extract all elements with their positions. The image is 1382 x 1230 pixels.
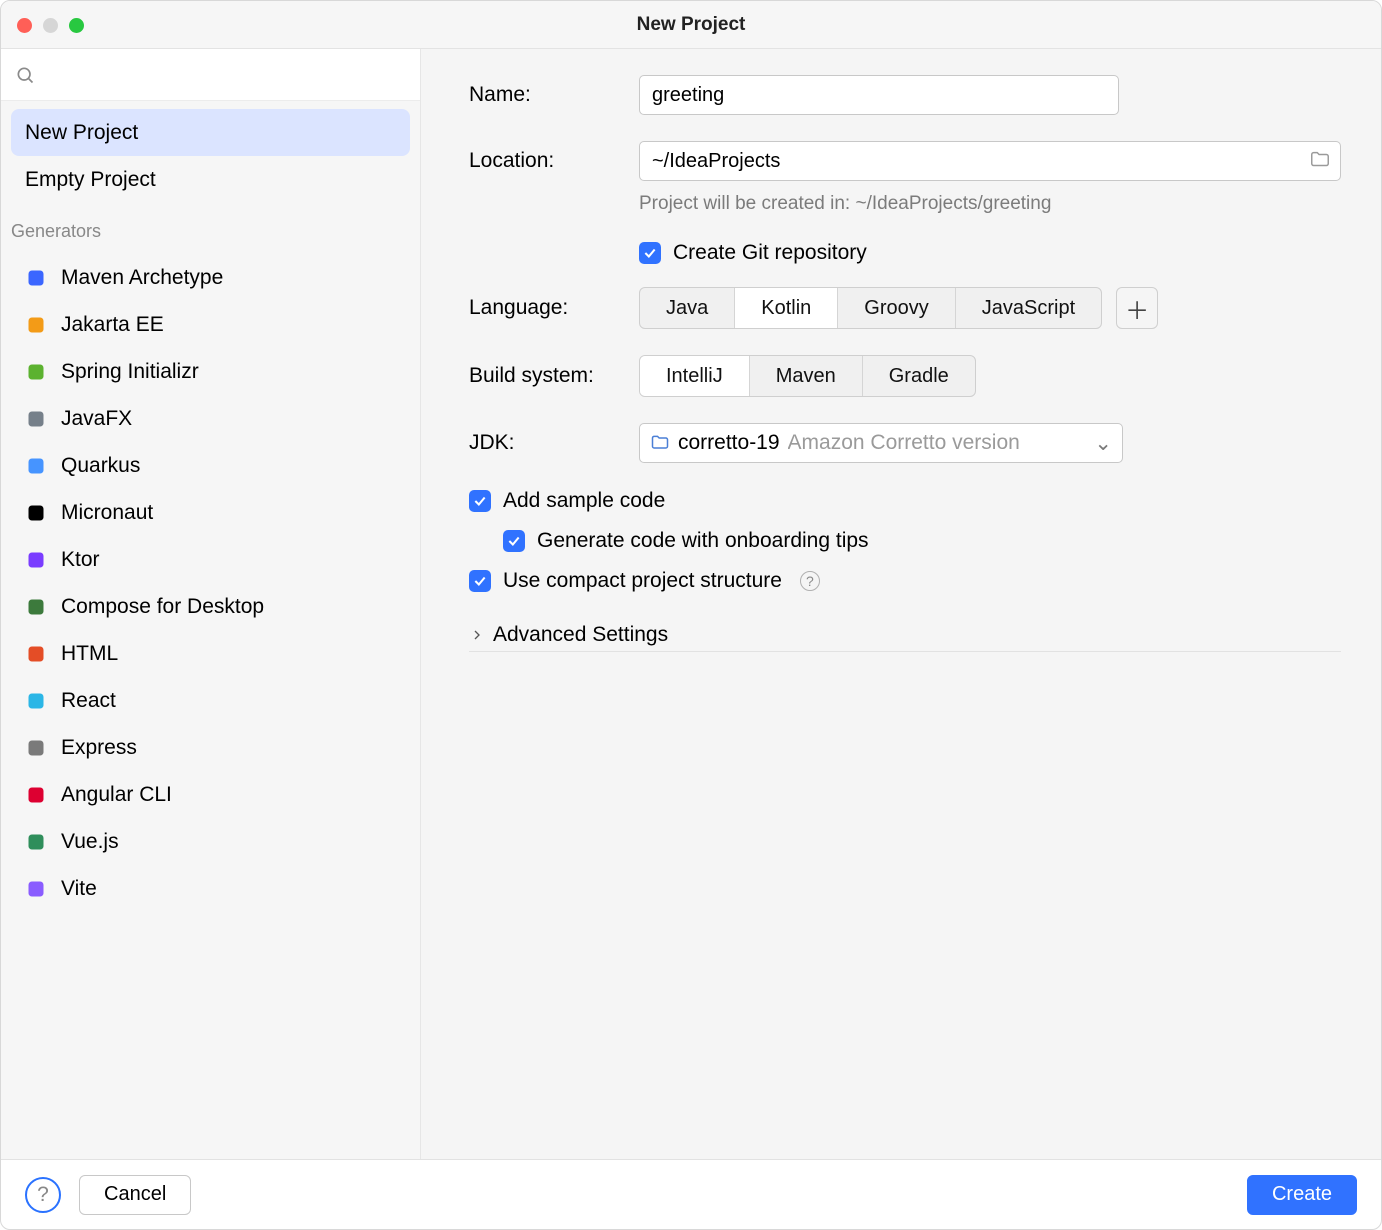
add-sample-label: Add sample code [503,489,665,513]
sidebar-item-new-project[interactable]: New Project [11,109,410,156]
spring-icon [25,361,47,383]
generators-header: Generators [1,207,420,246]
express-icon [25,737,47,759]
minimize-window-button[interactable] [43,18,58,33]
create-button[interactable]: Create [1247,1175,1357,1215]
jdk-value: corretto-19 [678,431,780,455]
location-label: Location: [469,149,639,173]
sidebar-search[interactable] [1,49,420,101]
name-label: Name: [469,83,639,107]
location-hint: Project will be created in: ~/IdeaProjec… [639,193,1341,215]
ktor-icon [25,549,47,571]
sidebar-item-ktor[interactable]: Ktor [11,536,410,583]
sidebar-item-label: Angular CLI [61,783,172,807]
sidebar-item-quarkus[interactable]: Quarkus [11,442,410,489]
language-option-groovy[interactable]: Groovy [837,288,954,328]
titlebar: New Project [1,1,1381,49]
sidebar-item-angular-cli[interactable]: Angular CLI [11,771,410,818]
git-checkbox[interactable] [639,242,661,264]
language-segmented: JavaKotlinGroovyJavaScript [639,287,1102,329]
onboarding-checkbox[interactable] [503,530,525,552]
build-option-maven[interactable]: Maven [749,356,862,396]
sidebar-item-label: Jakarta EE [61,313,164,337]
maximize-window-button[interactable] [69,18,84,33]
sidebar-item-label: HTML [61,642,118,666]
jdk-detail: Amazon Corretto version [788,431,1020,455]
jakarta-ee-icon [25,314,47,336]
sidebar-item-label: Vue.js [61,830,119,854]
search-icon [15,65,35,85]
advanced-settings-toggle[interactable]: Advanced Settings [469,623,1341,652]
sidebar-item-label: Maven Archetype [61,266,223,290]
quarkus-icon [25,455,47,477]
dialog-footer: ? Cancel Create [1,1159,1381,1229]
micronaut-icon [25,502,47,524]
vue-icon [25,831,47,853]
sidebar-item-label: New Project [25,121,138,145]
help-icon[interactable]: ? [800,571,820,591]
sidebar-item-label: Compose for Desktop [61,595,264,619]
sidebar-item-spring-initializr[interactable]: Spring Initializr [11,348,410,395]
build-segmented: IntelliJMavenGradle [639,355,976,397]
close-window-button[interactable] [17,18,32,33]
sidebar-item-label: Spring Initializr [61,360,199,384]
sidebar-item-compose-for-desktop[interactable]: Compose for Desktop [11,583,410,630]
language-option-kotlin[interactable]: Kotlin [734,288,837,328]
sidebar-item-label: Ktor [61,548,100,572]
build-option-intellij[interactable]: IntelliJ [640,356,749,396]
sidebar-item-label: JavaFX [61,407,132,431]
javafx-icon [25,408,47,430]
new-project-dialog: New Project New Project Empty Project Ge… [0,0,1382,1230]
sidebar-item-label: Quarkus [61,454,140,478]
jdk-icon [650,433,670,453]
git-label: Create Git repository [673,241,867,265]
sidebar-item-vite[interactable]: Vite [11,865,410,912]
vite-icon [25,878,47,900]
sidebar-item-label: Micronaut [61,501,153,525]
window-controls [17,1,84,49]
sidebar-item-label: Express [61,736,137,760]
help-button[interactable]: ? [25,1177,61,1213]
language-option-javascript[interactable]: JavaScript [955,288,1101,328]
html-icon [25,643,47,665]
cancel-button[interactable]: Cancel [79,1175,191,1215]
sidebar-item-label: Empty Project [25,168,156,192]
jdk-label: JDK: [469,431,639,455]
sidebar: New Project Empty Project Generators Mav… [1,49,421,1159]
language-label: Language: [469,296,639,320]
name-input[interactable] [639,75,1119,115]
sidebar-item-label: Vite [61,877,97,901]
sidebar-item-label: React [61,689,116,713]
angular-icon [25,784,47,806]
advanced-settings-label: Advanced Settings [493,623,668,647]
language-option-java[interactable]: Java [640,288,734,328]
build-label: Build system: [469,364,639,388]
location-input[interactable] [639,141,1341,181]
sidebar-item-maven-archetype[interactable]: Maven Archetype [11,254,410,301]
sidebar-item-express[interactable]: Express [11,724,410,771]
sidebar-item-micronaut[interactable]: Micronaut [11,489,410,536]
add-sample-checkbox[interactable] [469,490,491,512]
chevron-down-icon: ⌄ [1094,431,1112,456]
compact-checkbox[interactable] [469,570,491,592]
window-title: New Project [637,14,746,36]
build-option-gradle[interactable]: Gradle [862,356,975,396]
jdk-dropdown[interactable]: corretto-19 Amazon Corretto version ⌄ [639,423,1123,463]
sidebar-item-empty-project[interactable]: Empty Project [11,156,410,203]
sidebar-item-html[interactable]: HTML [11,630,410,677]
sidebar-item-react[interactable]: React [11,677,410,724]
main-panel: Name: Location: Project will be created … [421,49,1381,1159]
sidebar-item-vue-js[interactable]: Vue.js [11,818,410,865]
react-icon [25,690,47,712]
maven-archetype-icon [25,267,47,289]
compact-label: Use compact project structure [503,569,782,593]
browse-folder-icon[interactable] [1309,149,1331,177]
compose-icon [25,596,47,618]
add-language-button[interactable]: ＋ [1116,287,1158,329]
sidebar-item-javafx[interactable]: JavaFX [11,395,410,442]
sidebar-item-jakarta-ee[interactable]: Jakarta EE [11,301,410,348]
onboarding-label: Generate code with onboarding tips [537,529,869,553]
chevron-right-icon [469,627,485,643]
